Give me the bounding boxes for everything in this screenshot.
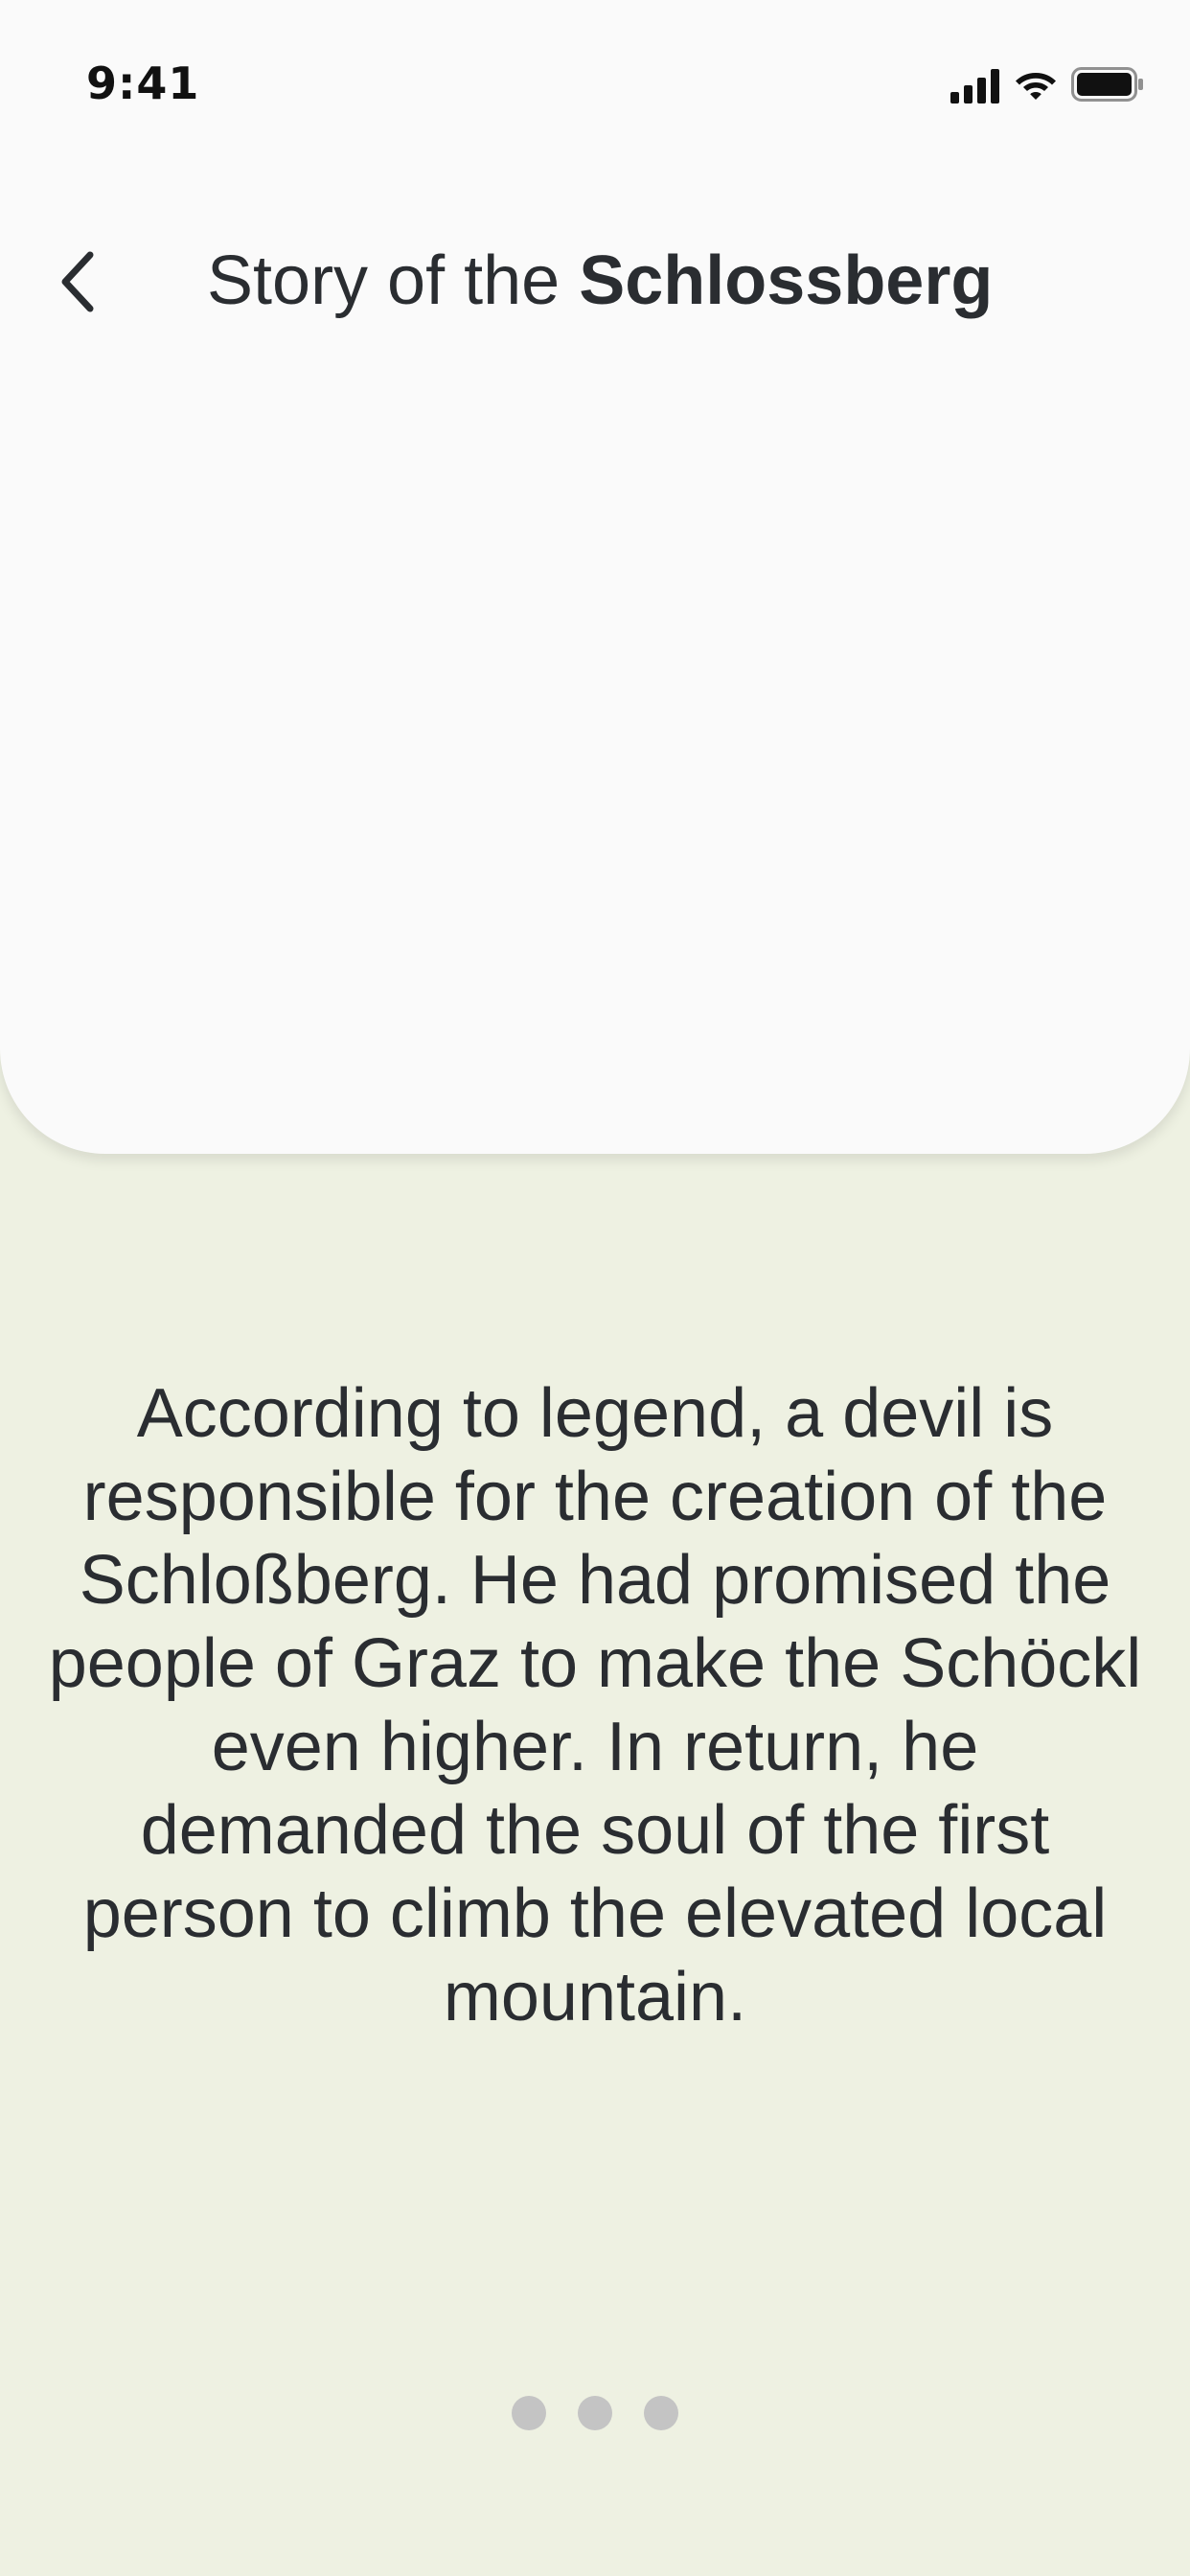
page-title-emphasis: Schlossberg bbox=[579, 242, 994, 319]
page-indicator bbox=[512, 2394, 678, 2432]
chevron-left-icon bbox=[61, 251, 94, 312]
back-button[interactable] bbox=[36, 242, 117, 322]
page-dot-3[interactable] bbox=[644, 2396, 678, 2430]
status-bar: 9:41 bbox=[0, 0, 1190, 126]
battery-icon bbox=[1071, 67, 1143, 102]
wifi-icon bbox=[1016, 73, 1056, 100]
status-time: 9:41 bbox=[86, 58, 200, 109]
page-dot-1[interactable] bbox=[512, 2396, 546, 2430]
story-screen: 9:41 Story of the Schlossberg According … bbox=[0, 0, 1190, 2576]
image-card: 9:41 Story of the Schlossberg bbox=[0, 0, 1190, 1154]
page-title-prefix: Story of the bbox=[207, 242, 580, 319]
page-title: Story of the Schlossberg bbox=[207, 242, 994, 319]
navigation-bar: Story of the Schlossberg bbox=[0, 220, 1190, 345]
story-text: According to legend, a devil is responsi… bbox=[48, 1375, 1142, 2036]
page-dot-2[interactable] bbox=[578, 2396, 612, 2430]
signal-icon bbox=[950, 69, 999, 104]
